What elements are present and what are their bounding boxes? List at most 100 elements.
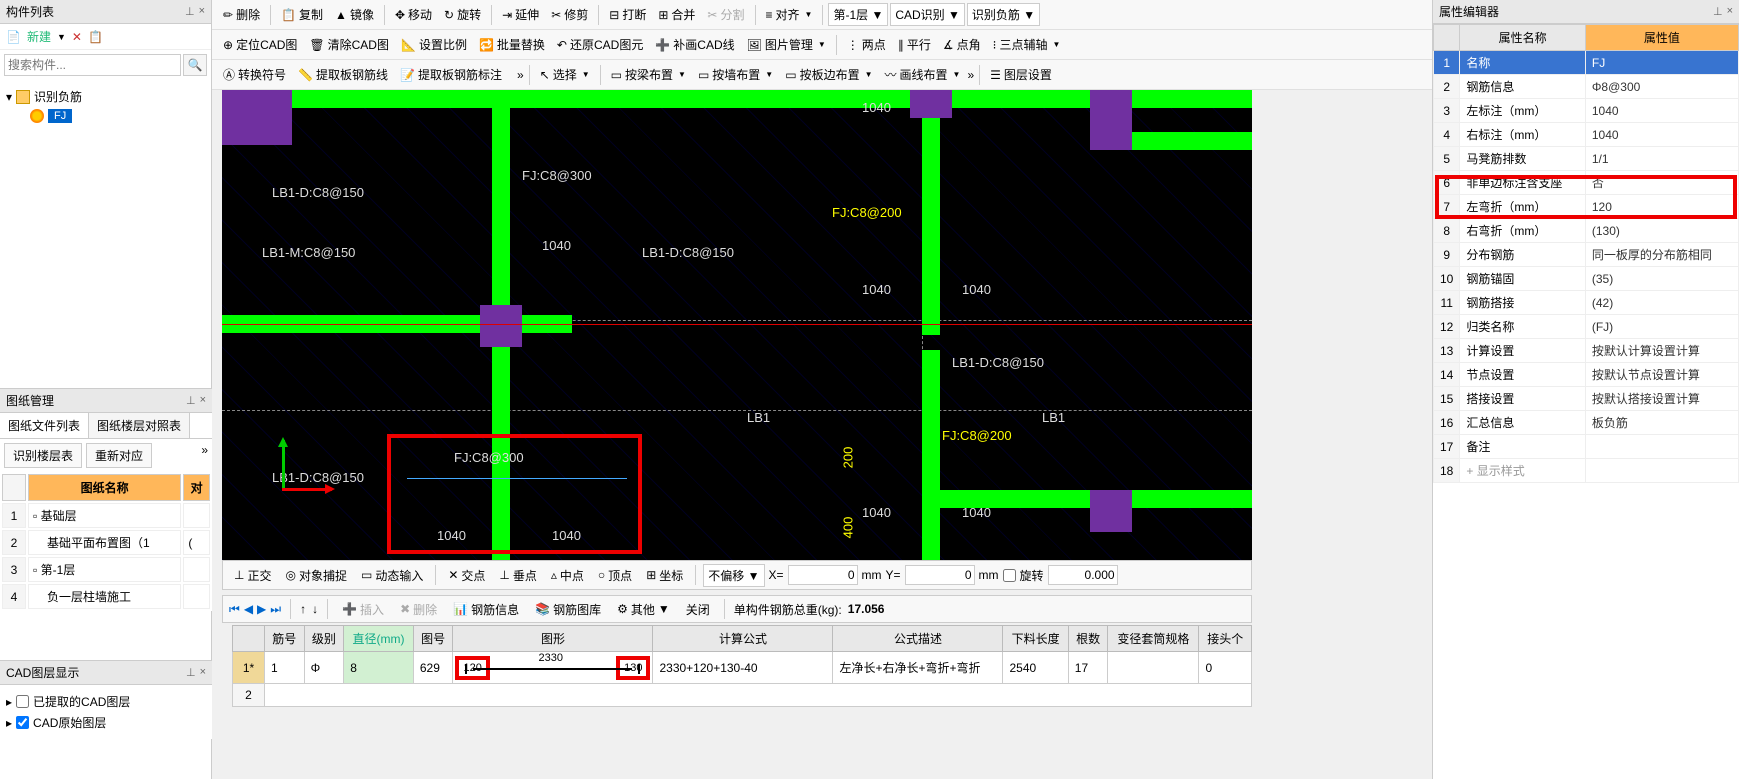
property-row[interactable]: 10钢筋锚固(35) bbox=[1434, 267, 1739, 291]
drawing-row[interactable]: 3▫ 第-1层 bbox=[2, 557, 210, 582]
cad-rec-select[interactable]: CAD识别 ▼ bbox=[890, 3, 965, 26]
sub-tab-floor[interactable]: 识别楼层表 bbox=[4, 443, 82, 468]
rotate-button[interactable]: ↻ 旋转 bbox=[439, 4, 486, 25]
minus-icon[interactable]: ▾ bbox=[6, 90, 12, 104]
ortho-toggle[interactable]: ⊥ 正交 bbox=[229, 565, 276, 586]
extract-label-button[interactable]: 📝 提取板钢筋标注 bbox=[395, 64, 507, 85]
layer-raw-check[interactable] bbox=[16, 716, 29, 729]
copy-icon[interactable]: 📋 bbox=[88, 30, 103, 44]
scale-button[interactable]: 📐 设置比例 bbox=[396, 34, 472, 55]
search-input[interactable] bbox=[4, 54, 181, 76]
layer-raw[interactable]: ▸ CAD原始图层 bbox=[6, 712, 206, 733]
extract-line-button[interactable]: 📏 提取板钢筋线 bbox=[293, 64, 393, 85]
cad-canvas[interactable]: LB1-D:C8@150 LB1-M:C8@150 FJ:C8@300 LB1-… bbox=[222, 90, 1252, 560]
cross-snap[interactable]: ✕ 交点 bbox=[443, 565, 490, 586]
property-row[interactable]: 8右弯折（mm）(130) bbox=[1434, 219, 1739, 243]
rec-neg-select[interactable]: 识别负筋 ▼ bbox=[967, 3, 1040, 26]
aux-button[interactable]: ⁝ 三点辅轴▼ bbox=[988, 34, 1066, 55]
mid-snap[interactable]: ▵ 中点 bbox=[546, 565, 589, 586]
close-icon[interactable]: × bbox=[199, 5, 205, 18]
nav-last-icon[interactable]: ⏭ bbox=[270, 602, 281, 617]
property-row[interactable]: 17备注 bbox=[1434, 435, 1739, 459]
close-icon[interactable]: × bbox=[1727, 5, 1733, 18]
trim-button[interactable]: ✂ 修剪 bbox=[546, 4, 593, 25]
nav-next-icon[interactable]: ▶ bbox=[257, 602, 266, 617]
break-button[interactable]: ⊟ 打断 bbox=[604, 4, 651, 25]
property-row[interactable]: 15搭接设置按默认搭接设置计算 bbox=[1434, 387, 1739, 411]
offset-select[interactable]: 不偏移 ▼ bbox=[703, 564, 764, 587]
chevron-down-icon[interactable]: ▼ bbox=[57, 32, 66, 42]
pin-icon[interactable]: ⊥ bbox=[1713, 5, 1723, 18]
up-icon[interactable]: ↑ bbox=[300, 602, 306, 616]
angle-button[interactable]: ∡ 点角 bbox=[938, 34, 986, 55]
close-button[interactable]: 关闭 bbox=[681, 599, 715, 620]
property-row[interactable]: 18+ 显示样式 bbox=[1434, 459, 1739, 483]
layout-slab-button[interactable]: ▭ 按板边布置▼ bbox=[780, 64, 877, 85]
property-row[interactable]: 14节点设置按默认节点设置计算 bbox=[1434, 363, 1739, 387]
more-icon[interactable]: » bbox=[517, 68, 524, 82]
property-row[interactable]: 16汇总信息板负筋 bbox=[1434, 411, 1739, 435]
move-button[interactable]: ✥ 移动 bbox=[390, 4, 437, 25]
drawing-row[interactable]: 2基础平面布置图（1( bbox=[2, 530, 210, 555]
insert-button[interactable]: ➕ 插入 bbox=[337, 599, 389, 620]
pin-icon[interactable]: ⊥ bbox=[185, 5, 195, 18]
chevron-icon[interactable]: » bbox=[201, 443, 208, 468]
clear-cad-button[interactable]: 🗑 清除CAD图 bbox=[304, 34, 394, 55]
layer-select[interactable]: 第-1层 ▼ bbox=[828, 3, 888, 26]
coord-snap[interactable]: ⊞ 坐标 bbox=[641, 565, 688, 586]
image-mgr-button[interactable]: 🖼 图片管理▼ bbox=[742, 34, 831, 55]
drawing-row[interactable]: 4负一层柱墙施工 bbox=[2, 584, 210, 609]
delete-button[interactable]: ✖ 删除 bbox=[395, 599, 442, 620]
property-row[interactable]: 11钢筋搭接(42) bbox=[1434, 291, 1739, 315]
property-row[interactable]: 1名称FJ bbox=[1434, 51, 1739, 75]
delete-button[interactable]: ✏ 删除 bbox=[218, 4, 265, 25]
convert-button[interactable]: Ⓐ 转换符号 bbox=[218, 64, 291, 85]
perp-snap[interactable]: ⊥ 垂点 bbox=[494, 565, 541, 586]
new-button[interactable]: 新建 bbox=[27, 28, 51, 45]
split-button[interactable]: ✂ 分割 bbox=[702, 4, 749, 25]
fill-line-button[interactable]: ➕ 补画CAD线 bbox=[650, 34, 739, 55]
nav-prev-icon[interactable]: ◀ bbox=[244, 602, 253, 617]
pin-icon[interactable]: ⊥ bbox=[186, 666, 196, 679]
pin-icon[interactable]: ⊥ bbox=[186, 394, 196, 407]
other-button[interactable]: ⚙ 其他 ▼ bbox=[612, 599, 675, 620]
property-row[interactable]: 12归类名称(FJ) bbox=[1434, 315, 1739, 339]
dyn-toggle[interactable]: ▭ 动态输入 bbox=[356, 565, 428, 586]
restore-button[interactable]: ↶ 还原CAD图元 bbox=[552, 34, 648, 55]
parallel-button[interactable]: ∥ 平行 bbox=[893, 34, 936, 55]
property-row[interactable]: 5马凳筋排数1/1 bbox=[1434, 147, 1739, 171]
close-icon[interactable]: × bbox=[200, 394, 206, 407]
extend-button[interactable]: ⇥ 延伸 bbox=[497, 4, 544, 25]
property-row[interactable]: 2钢筋信息Φ8@300 bbox=[1434, 75, 1739, 99]
layer-extracted[interactable]: ▸ 已提取的CAD图层 bbox=[6, 691, 206, 712]
drawing-row[interactable]: 1▫ 基础层 bbox=[2, 503, 210, 528]
layer-settings-button[interactable]: ☰ 图层设置 bbox=[985, 64, 1057, 85]
two-point-button[interactable]: ⋮ 两点 bbox=[842, 34, 891, 55]
property-row[interactable]: 3左标注（mm）1040 bbox=[1434, 99, 1739, 123]
rotate-val[interactable]: 0.000 bbox=[1048, 565, 1118, 585]
layout-wall-button[interactable]: ▭ 按墙布置▼ bbox=[693, 64, 778, 85]
delete-x-icon[interactable]: ✕ bbox=[72, 30, 82, 44]
tab-floor-compare[interactable]: 图纸楼层对照表 bbox=[89, 413, 190, 438]
rebar-row[interactable]: 1* 1 Φ 8 629 120 2330 130 2330+120+130-4… bbox=[233, 652, 1252, 684]
layer-extracted-check[interactable] bbox=[16, 695, 29, 708]
search-button[interactable]: 🔍 bbox=[183, 54, 207, 76]
locate-cad-button[interactable]: ⊕ 定位CAD图 bbox=[218, 34, 302, 55]
snap-toggle[interactable]: ◎ 对象捕捉 bbox=[280, 565, 352, 586]
tab-file-list[interactable]: 图纸文件列表 bbox=[0, 413, 89, 438]
more-icon[interactable]: » bbox=[967, 68, 974, 82]
merge-button[interactable]: ⊞ 合并 bbox=[653, 4, 700, 25]
close-icon[interactable]: × bbox=[200, 666, 206, 679]
x-coord[interactable]: 0 bbox=[788, 565, 858, 585]
nav-first-icon[interactable]: ⏮ bbox=[229, 602, 240, 617]
property-row[interactable]: 13计算设置按默认计算设置计算 bbox=[1434, 339, 1739, 363]
down-icon[interactable]: ↓ bbox=[312, 602, 318, 616]
select-button[interactable]: ↖ 选择▼ bbox=[535, 64, 595, 85]
copy-button[interactable]: 📋 复制 bbox=[276, 4, 328, 25]
rebar-row[interactable]: 2 bbox=[233, 684, 1252, 707]
property-row[interactable]: 4右标注（mm）1040 bbox=[1434, 123, 1739, 147]
rebar-lib-button[interactable]: 📚 钢筋图库 bbox=[530, 599, 606, 620]
y-coord[interactable]: 0 bbox=[905, 565, 975, 585]
tree-root[interactable]: ▾ 识别负筋 bbox=[6, 86, 205, 107]
layout-line-button[interactable]: 〰 画线布置▼ bbox=[880, 64, 966, 85]
